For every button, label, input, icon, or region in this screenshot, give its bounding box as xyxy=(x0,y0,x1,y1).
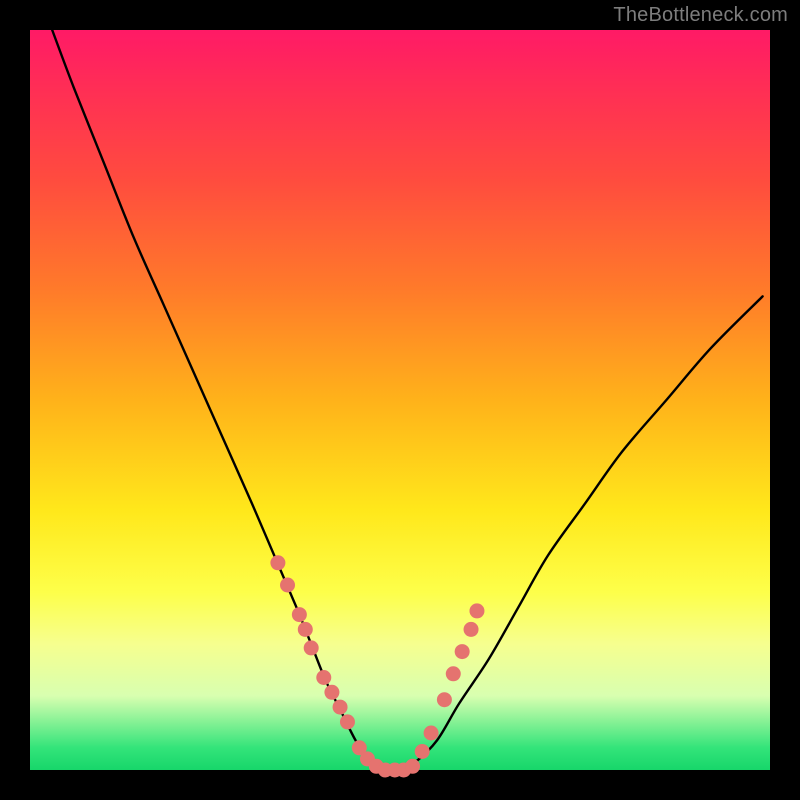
highlight-dot xyxy=(280,578,295,593)
highlight-dot xyxy=(298,622,313,637)
highlight-dot xyxy=(455,644,470,659)
highlight-dot xyxy=(446,666,461,681)
highlight-dot xyxy=(316,670,331,685)
highlight-dot xyxy=(405,759,420,774)
chart-frame: TheBottleneck.com xyxy=(0,0,800,800)
highlight-dot xyxy=(464,622,479,637)
plot-area xyxy=(30,30,770,770)
curve-svg xyxy=(30,30,770,770)
highlight-dot xyxy=(292,607,307,622)
bottleneck-curve xyxy=(52,30,762,771)
highlight-dot xyxy=(424,726,439,741)
highlight-dot xyxy=(270,555,285,570)
highlight-dot xyxy=(340,714,355,729)
highlight-dot xyxy=(437,692,452,707)
highlight-dot xyxy=(415,744,430,759)
highlight-dot xyxy=(469,603,484,618)
highlight-dot xyxy=(324,685,339,700)
highlight-dot xyxy=(333,700,348,715)
watermark-text: TheBottleneck.com xyxy=(613,4,788,27)
highlight-dots xyxy=(270,555,484,777)
highlight-dot xyxy=(304,640,319,655)
